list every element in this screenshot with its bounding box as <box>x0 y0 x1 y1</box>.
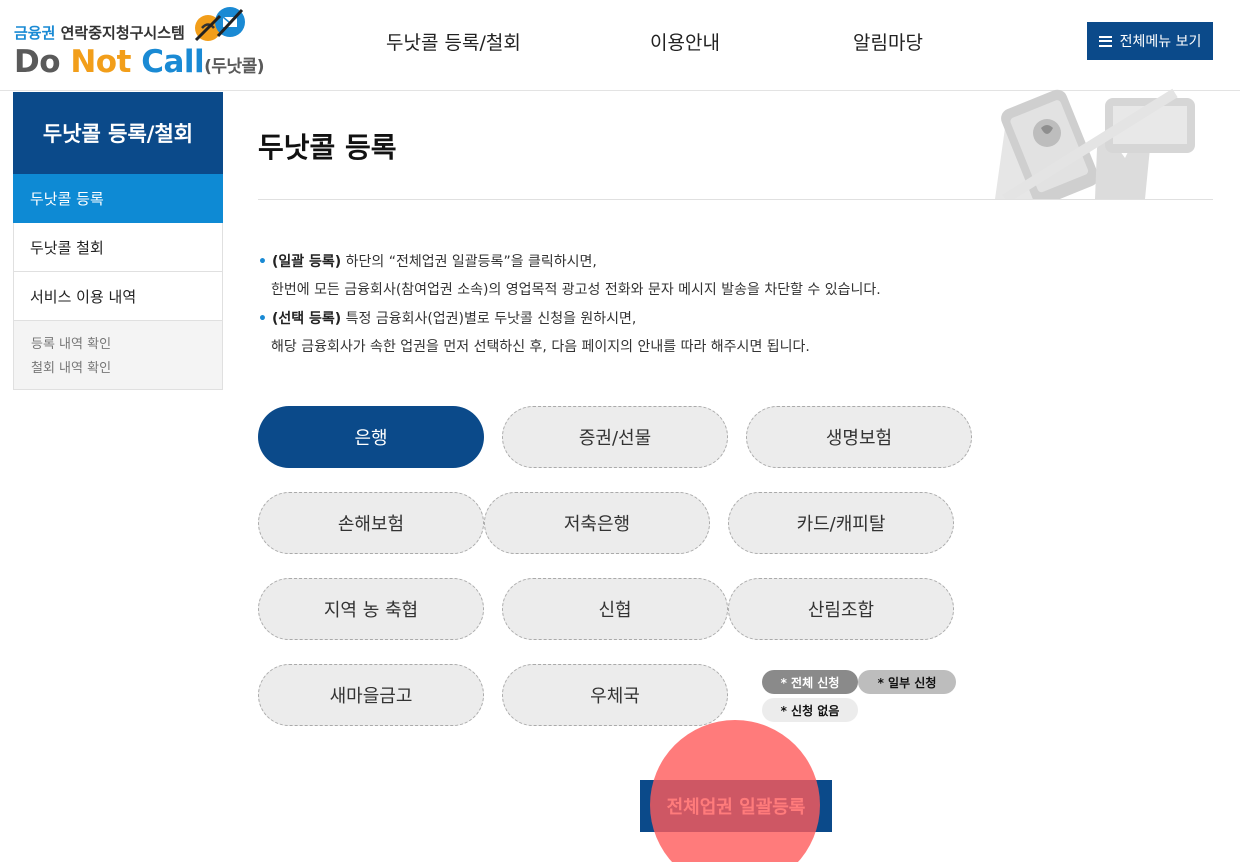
logo-do: Do <box>14 44 71 80</box>
logo-tagline-blue: 금융권 <box>14 24 56 42</box>
sidebar-item-withdraw[interactable]: 두낫콜 철회 <box>13 223 223 272</box>
sidebar-sub-withdraw-check[interactable]: 철회 내역 확인 <box>31 357 222 381</box>
sector-savings-bank[interactable]: 저축은행 <box>484 492 710 554</box>
legend-some-applied: * 일부 신청 <box>858 670 956 694</box>
select-register-text1: 특정 금융회사(업권)별로 두낫콜 신청을 원하시면, <box>341 311 637 327</box>
page-title: 두낫콜 등록 <box>258 131 397 164</box>
all-menu-label: 전체메뉴 보기 <box>1119 34 1202 50</box>
phone-block-illustration <box>995 88 1195 199</box>
site-header: 금융권 연락중지청구시스템 Do Not Call(두낫콜) 두낫콜 등록/철회… <box>0 0 1240 91</box>
bulk-register-text1: 하단의 “전체업권 일괄등록”을 클릭하시면, <box>341 254 597 270</box>
site-logo[interactable]: 금융권 연락중지청구시스템 Do Not Call(두낫콜) <box>14 6 265 82</box>
no-call-bubbles-icon <box>194 7 245 42</box>
bulk-register-label: (일괄 등록) <box>271 254 342 270</box>
sector-saemaul[interactable]: 새마을금고 <box>258 664 484 726</box>
bullet-dot: • <box>258 254 267 270</box>
nav-guide[interactable]: 이용안내 <box>650 28 720 55</box>
select-register-label: (선택 등록) <box>271 311 342 327</box>
sector-bank[interactable]: 은행 <box>258 406 484 468</box>
sector-securities[interactable]: 증권/선물 <box>502 406 728 468</box>
logo-call: Call <box>141 44 205 80</box>
nav-notice[interactable]: 알림마당 <box>853 28 923 55</box>
hamburger-icon <box>1098 35 1112 47</box>
logo-korean: (두낫콜) <box>204 57 265 77</box>
sector-post-office[interactable]: 우체국 <box>502 664 728 726</box>
logo-tagline: 금융권 연락중지청구시스템 <box>14 22 185 43</box>
sector-card-capital[interactable]: 카드/캐피탈 <box>728 492 954 554</box>
sector-forestry-coop[interactable]: 산림조합 <box>728 578 954 640</box>
sidebar-submenu: 등록 내역 확인 철회 내역 확인 <box>13 321 223 390</box>
sector-credit-union[interactable]: 신협 <box>502 578 728 640</box>
bullet-dot: • <box>258 311 267 327</box>
sidebar-title: 두낫콜 등록/철회 <box>13 92 223 174</box>
sector-life-insurance[interactable]: 생명보험 <box>746 406 972 468</box>
sector-local-coop[interactable]: 지역 농 축협 <box>258 578 484 640</box>
sector-nonlife-insurance[interactable]: 손해보험 <box>258 492 484 554</box>
legend-all-applied: * 전체 신청 <box>762 670 858 694</box>
logo-not: Not <box>70 44 142 80</box>
legend-none-applied: * 신청 없음 <box>762 698 858 722</box>
sidebar-item-history[interactable]: 서비스 이용 내역 <box>13 272 223 321</box>
select-register-text2: 해당 금융회사가 속한 업권을 먼저 선택하신 후, 다음 페이지의 안내를 따… <box>271 339 810 355</box>
logo-wordmark: Do Not Call(두낫콜) <box>14 44 265 80</box>
title-divider <box>258 199 1213 200</box>
logo-tagline-dark: 연락중지청구시스템 <box>55 24 185 42</box>
bulk-register-text2: 한번에 모든 금융회사(참여업권 소속)의 영업목적 광고성 전화와 문자 메시… <box>271 282 881 298</box>
guide-bulk-register: • (일괄 등록) 하단의 “전체업권 일괄등록”을 클릭하시면, 한번에 모든 … <box>258 248 881 304</box>
sidebar-item-register[interactable]: 두낫콜 등록 <box>13 174 223 223</box>
bulk-register-button[interactable]: 전체업권 일괄등록 <box>640 780 832 832</box>
guide-select-register: • (선택 등록) 특정 금융회사(업권)별로 두낫콜 신청을 원하시면, 해당 … <box>258 305 810 361</box>
nav-register-withdraw[interactable]: 두낫콜 등록/철회 <box>386 28 521 55</box>
all-menu-button[interactable]: 전체메뉴 보기 <box>1087 22 1213 60</box>
sidebar-sub-register-check[interactable]: 등록 내역 확인 <box>31 333 222 357</box>
